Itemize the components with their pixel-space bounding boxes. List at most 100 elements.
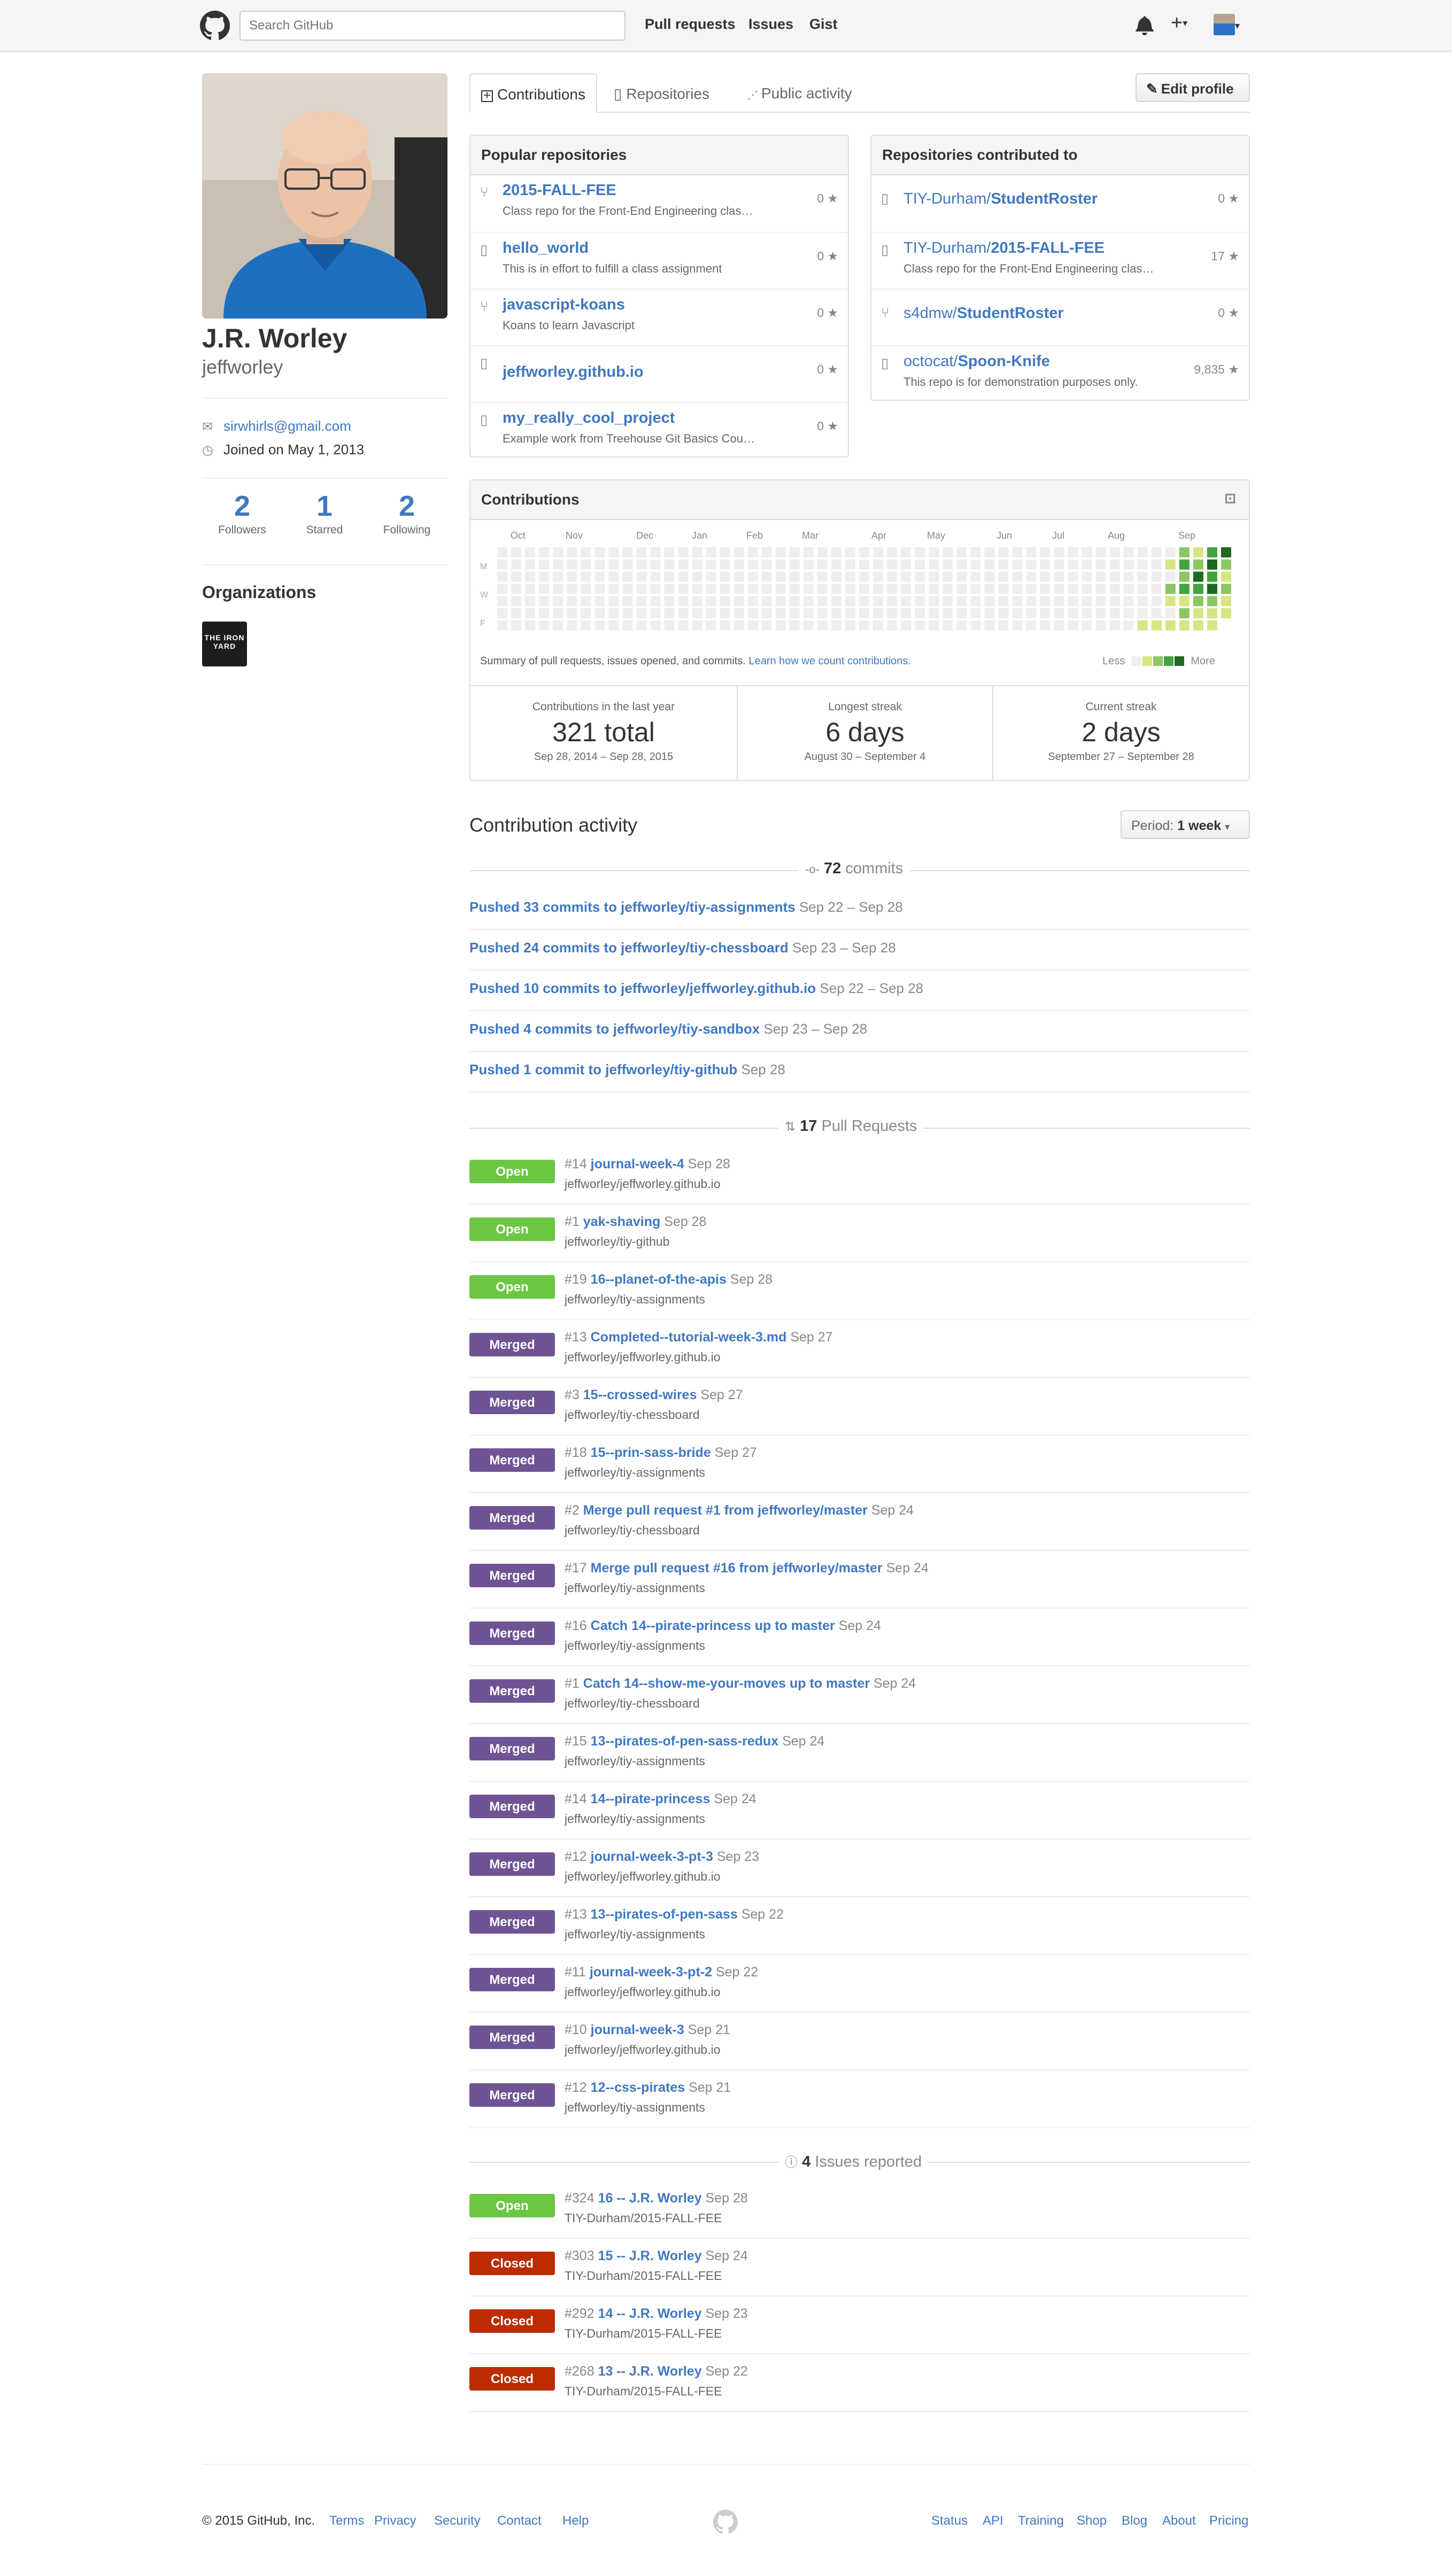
contribution-day-cell[interactable] xyxy=(553,584,563,594)
contribution-day-cell[interactable] xyxy=(567,608,577,618)
contribution-day-cell[interactable] xyxy=(1012,620,1023,631)
contribution-day-cell[interactable] xyxy=(998,547,1009,557)
contribution-day-cell[interactable] xyxy=(1207,584,1217,594)
contribution-day-cell[interactable] xyxy=(664,559,675,570)
contribution-day-cell[interactable] xyxy=(998,584,1009,594)
contribution-day-cell[interactable] xyxy=(1109,571,1120,582)
contribution-day-cell[interactable] xyxy=(539,559,550,570)
repo-name-link[interactable]: TIY-Durham/StudentRoster xyxy=(903,190,1098,208)
contribution-day-cell[interactable] xyxy=(1165,608,1176,618)
contribution-day-cell[interactable] xyxy=(859,596,869,607)
contribution-day-cell[interactable] xyxy=(845,571,855,582)
contribution-day-cell[interactable] xyxy=(525,608,536,618)
following-stat[interactable]: 2 Following xyxy=(367,492,447,537)
pull-request-item-title-link[interactable]: journal-week-3-pt-3 xyxy=(591,1849,713,1864)
contribution-day-cell[interactable] xyxy=(761,596,772,607)
period-dropdown[interactable]: Period: 1 week ▾ xyxy=(1121,810,1250,839)
contribution-day-cell[interactable] xyxy=(1109,559,1120,570)
contribution-day-cell[interactable] xyxy=(1068,608,1078,618)
footer-link-about[interactable]: About xyxy=(1162,2513,1196,2528)
contribution-day-cell[interactable] xyxy=(567,547,577,557)
contribution-day-cell[interactable] xyxy=(622,608,633,618)
contribution-day-cell[interactable] xyxy=(929,620,939,631)
contribution-day-cell[interactable] xyxy=(845,584,855,594)
contribution-day-cell[interactable] xyxy=(901,559,912,570)
contribution-day-cell[interactable] xyxy=(956,559,967,570)
contribution-day-cell[interactable] xyxy=(1193,608,1203,618)
contribution-day-cell[interactable] xyxy=(873,571,884,582)
contribution-day-cell[interactable] xyxy=(887,596,898,607)
contribution-day-cell[interactable] xyxy=(581,596,591,607)
issue-item-title-link[interactable]: 13 -- J.R. Worley xyxy=(598,2364,702,2379)
contribution-day-cell[interactable] xyxy=(692,596,702,607)
contribution-day-cell[interactable] xyxy=(1179,547,1190,557)
contribution-day-cell[interactable] xyxy=(567,559,577,570)
contribution-day-cell[interactable] xyxy=(761,571,772,582)
contribution-day-cell[interactable] xyxy=(733,584,744,594)
contribution-day-cell[interactable] xyxy=(789,620,800,631)
contribution-day-cell[interactable] xyxy=(567,596,577,607)
lock-icon[interactable]: ⊡ xyxy=(1224,490,1236,507)
repo-item[interactable]: ⑂ 2015-FALL-FEE Class repo for the Front-E… xyxy=(470,175,848,232)
contribution-day-cell[interactable] xyxy=(692,571,702,582)
contribution-day-cell[interactable] xyxy=(831,596,841,607)
contribution-day-cell[interactable] xyxy=(525,571,536,582)
contribution-day-cell[interactable] xyxy=(1193,596,1203,607)
contribution-day-cell[interactable] xyxy=(887,559,898,570)
repo-name-link[interactable]: s4dmw/StudentRoster xyxy=(903,305,1064,322)
contribution-day-cell[interactable] xyxy=(608,547,619,557)
contribution-day-cell[interactable] xyxy=(915,559,925,570)
contribution-day-cell[interactable] xyxy=(1068,547,1078,557)
contribution-day-cell[interactable] xyxy=(831,584,841,594)
pull-request-item-title-link[interactable]: Merge pull request #1 from jeffworley/ma… xyxy=(583,1503,868,1518)
contribution-day-cell[interactable] xyxy=(497,571,507,582)
nav-pull-requests[interactable]: Pull requests xyxy=(645,16,736,33)
contribution-day-cell[interactable] xyxy=(1207,571,1217,582)
repo-item[interactable]: ▯ TIY-Durham/StudentRoster 0 ★ xyxy=(871,175,1249,232)
contribution-day-cell[interactable] xyxy=(692,559,702,570)
contribution-day-cell[interactable] xyxy=(636,608,647,618)
contribution-day-cell[interactable] xyxy=(1179,608,1190,618)
contribution-day-cell[interactable] xyxy=(845,620,855,631)
contribution-day-cell[interactable] xyxy=(525,559,536,570)
issue-item-title-link[interactable]: 14 -- J.R. Worley xyxy=(598,2306,702,2321)
contribution-day-cell[interactable] xyxy=(525,596,536,607)
contribution-day-cell[interactable] xyxy=(887,547,898,557)
contribution-day-cell[interactable] xyxy=(650,608,661,618)
contribution-day-cell[interactable] xyxy=(984,608,995,618)
contribution-day-cell[interactable] xyxy=(720,584,730,594)
contribution-day-cell[interactable] xyxy=(998,620,1009,631)
contribution-day-cell[interactable] xyxy=(567,620,577,631)
contribution-day-cell[interactable] xyxy=(984,571,995,582)
contribution-day-cell[interactable] xyxy=(943,608,953,618)
contribution-day-cell[interactable] xyxy=(1137,547,1148,557)
contribution-day-cell[interactable] xyxy=(733,608,744,618)
contribution-day-cell[interactable] xyxy=(1054,547,1064,557)
contribution-day-cell[interactable] xyxy=(539,596,550,607)
contribution-day-cell[interactable] xyxy=(1095,620,1106,631)
contribution-day-cell[interactable] xyxy=(943,547,953,557)
contribution-day-cell[interactable] xyxy=(553,547,563,557)
contribution-day-cell[interactable] xyxy=(1123,571,1134,582)
contribution-day-cell[interactable] xyxy=(901,608,912,618)
contribution-day-cell[interactable] xyxy=(594,559,605,570)
contribution-day-cell[interactable] xyxy=(1082,596,1092,607)
repo-item[interactable]: ▯ my_really_cool_project Example work from… xyxy=(470,402,848,459)
contribution-day-cell[interactable] xyxy=(650,584,661,594)
pull-request-item-title-link[interactable]: journal-week-3 xyxy=(591,2022,684,2037)
contribution-day-cell[interactable] xyxy=(789,596,800,607)
contribution-day-cell[interactable] xyxy=(956,608,967,618)
contribution-day-cell[interactable] xyxy=(915,608,925,618)
nav-gist[interactable]: Gist xyxy=(809,16,838,33)
contribution-day-cell[interactable] xyxy=(817,620,828,631)
contribution-day-cell[interactable] xyxy=(1109,620,1120,631)
contribution-day-cell[interactable] xyxy=(943,584,953,594)
contribution-day-cell[interactable] xyxy=(803,559,814,570)
contribution-day-cell[interactable] xyxy=(706,596,716,607)
contribution-day-cell[interactable] xyxy=(1165,547,1176,557)
contribution-day-cell[interactable] xyxy=(1040,559,1051,570)
contribution-day-cell[interactable] xyxy=(1207,596,1217,607)
contribution-day-cell[interactable] xyxy=(706,571,716,582)
contribution-day-cell[interactable] xyxy=(594,620,605,631)
contribution-day-cell[interactable] xyxy=(1151,547,1162,557)
